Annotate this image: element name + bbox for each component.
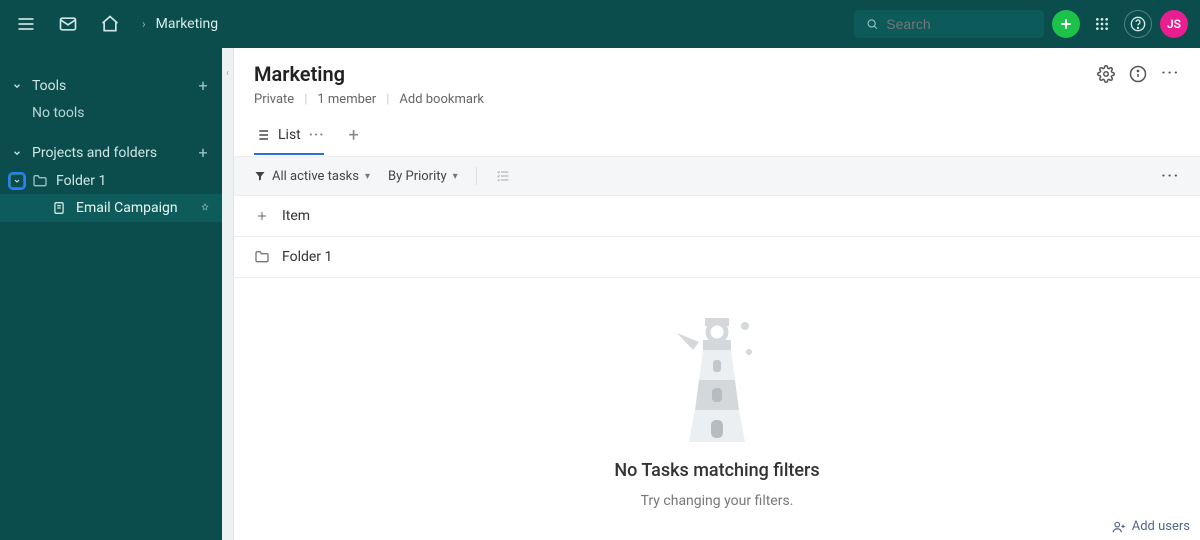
hamburger-menu-icon[interactable] <box>12 10 40 38</box>
add-view-button[interactable]: + <box>348 125 358 156</box>
add-project-button[interactable]: + <box>194 143 212 162</box>
more-icon[interactable]: ··· <box>1161 65 1180 83</box>
lighthouse-illustration <box>657 308 777 448</box>
add-users-button[interactable]: Add users <box>1112 519 1190 534</box>
folder1-label: Folder 1 <box>56 173 106 189</box>
top-bar: › Marketing JS <box>0 0 1200 48</box>
expand-toggle-icon[interactable] <box>10 174 24 188</box>
plus-icon <box>254 209 270 223</box>
search-box[interactable] <box>854 10 1044 38</box>
help-icon[interactable] <box>1124 10 1152 38</box>
breadcrumb-separator: › <box>142 17 146 31</box>
sidebar-item-email-campaign[interactable]: Email Campaign <box>0 194 222 222</box>
add-users-icon <box>1112 520 1126 534</box>
add-item-row[interactable]: Item <box>234 196 1200 237</box>
no-tools-text: No tools <box>0 101 222 131</box>
chevron-down-icon <box>10 148 24 158</box>
page-title: Marketing <box>254 62 345 86</box>
filter-icon <box>254 170 266 182</box>
subtasks-toggle-icon[interactable] <box>495 168 511 184</box>
project-icon <box>52 201 66 215</box>
folder-row-label: Folder 1 <box>282 249 332 265</box>
folder-icon <box>32 173 48 189</box>
empty-state: No Tasks matching filters Try changing y… <box>234 278 1200 540</box>
members-label[interactable]: 1 member <box>317 92 376 107</box>
pin-icon[interactable] <box>198 201 212 215</box>
search-input[interactable] <box>886 16 1032 32</box>
email-campaign-label: Email Campaign <box>76 200 178 216</box>
filter-sort[interactable]: By Priority ▾ <box>388 169 458 184</box>
view-tab-list[interactable]: List ··· <box>254 127 324 155</box>
info-icon[interactable] <box>1129 65 1147 83</box>
filter-bar: All active tasks ▾ By Priority ▾ ··· <box>234 157 1200 196</box>
home-icon[interactable] <box>96 10 124 38</box>
tools-label: Tools <box>32 78 186 94</box>
projects-label: Projects and folders <box>32 145 186 161</box>
sidebar-section-projects[interactable]: Projects and folders + <box>0 137 222 168</box>
list-tab-label: List <box>278 127 301 143</box>
add-users-label: Add users <box>1132 519 1190 534</box>
apps-grid-icon[interactable] <box>1088 10 1116 38</box>
chevron-down-icon <box>10 81 24 91</box>
filter-tasks-label: All active tasks <box>272 169 359 184</box>
sidebar-collapse-handle[interactable]: ‹ <box>222 48 234 540</box>
chevron-down-icon: ▾ <box>453 171 458 182</box>
view-tab-more-icon[interactable]: ··· <box>309 127 325 143</box>
user-avatar[interactable]: JS <box>1160 10 1188 38</box>
folder-row-folder1[interactable]: Folder 1 <box>234 237 1200 278</box>
add-button[interactable] <box>1052 10 1080 38</box>
sidebar: Tools + No tools Projects and folders + … <box>0 48 222 540</box>
settings-gear-icon[interactable] <box>1097 65 1115 83</box>
breadcrumb-current[interactable]: Marketing <box>156 16 219 32</box>
empty-title: No Tasks matching filters <box>614 460 819 481</box>
search-icon <box>866 17 878 31</box>
sidebar-section-tools[interactable]: Tools + <box>0 70 222 101</box>
privacy-label[interactable]: Private <box>254 92 294 107</box>
list-icon <box>254 127 270 143</box>
mail-icon[interactable] <box>54 10 82 38</box>
add-tool-button[interactable]: + <box>194 76 212 95</box>
main-content: Marketing ··· Private | 1 member <box>234 48 1200 540</box>
bookmark-link[interactable]: Add bookmark <box>399 92 484 107</box>
add-item-label: Item <box>282 208 310 224</box>
filter-tasks[interactable]: All active tasks ▾ <box>254 169 370 184</box>
folder-icon <box>254 249 270 265</box>
chevron-down-icon: ▾ <box>365 171 370 182</box>
sidebar-item-folder1[interactable]: Folder 1 <box>0 168 222 194</box>
filter-sort-label: By Priority <box>388 169 447 184</box>
filter-more-icon[interactable]: ··· <box>1161 168 1180 184</box>
empty-subtitle: Try changing your filters. <box>641 493 794 509</box>
